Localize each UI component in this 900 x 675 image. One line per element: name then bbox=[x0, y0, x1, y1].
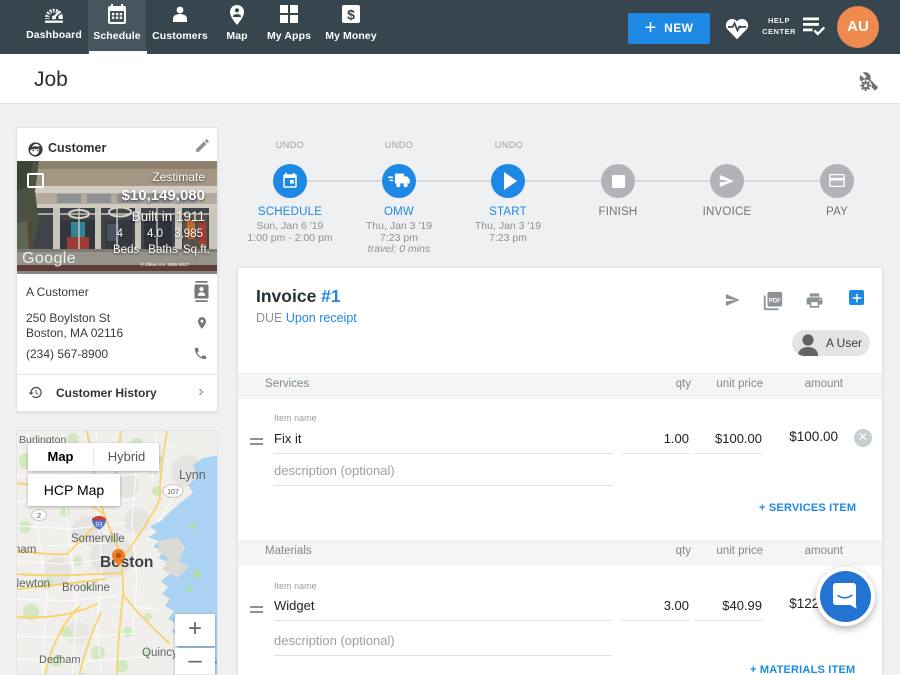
svg-text:Lynn: Lynn bbox=[179, 468, 206, 482]
svg-text:2: 2 bbox=[37, 511, 41, 520]
svg-text:Boston: Boston bbox=[100, 554, 153, 571]
svg-text:Newton: Newton bbox=[17, 578, 50, 590]
svg-text:Dedham: Dedham bbox=[39, 654, 81, 666]
svg-text:Somerville: Somerville bbox=[71, 533, 125, 545]
svg-text:Quincy: Quincy bbox=[142, 647, 178, 659]
svg-text:107: 107 bbox=[167, 489, 179, 496]
svg-text:Brookline: Brookline bbox=[62, 582, 110, 594]
svg-text:PDF: PDF bbox=[769, 298, 781, 304]
svg-text:$: $ bbox=[347, 7, 355, 23]
svg-text:93: 93 bbox=[95, 522, 103, 529]
svg-text:ham: ham bbox=[17, 544, 36, 556]
